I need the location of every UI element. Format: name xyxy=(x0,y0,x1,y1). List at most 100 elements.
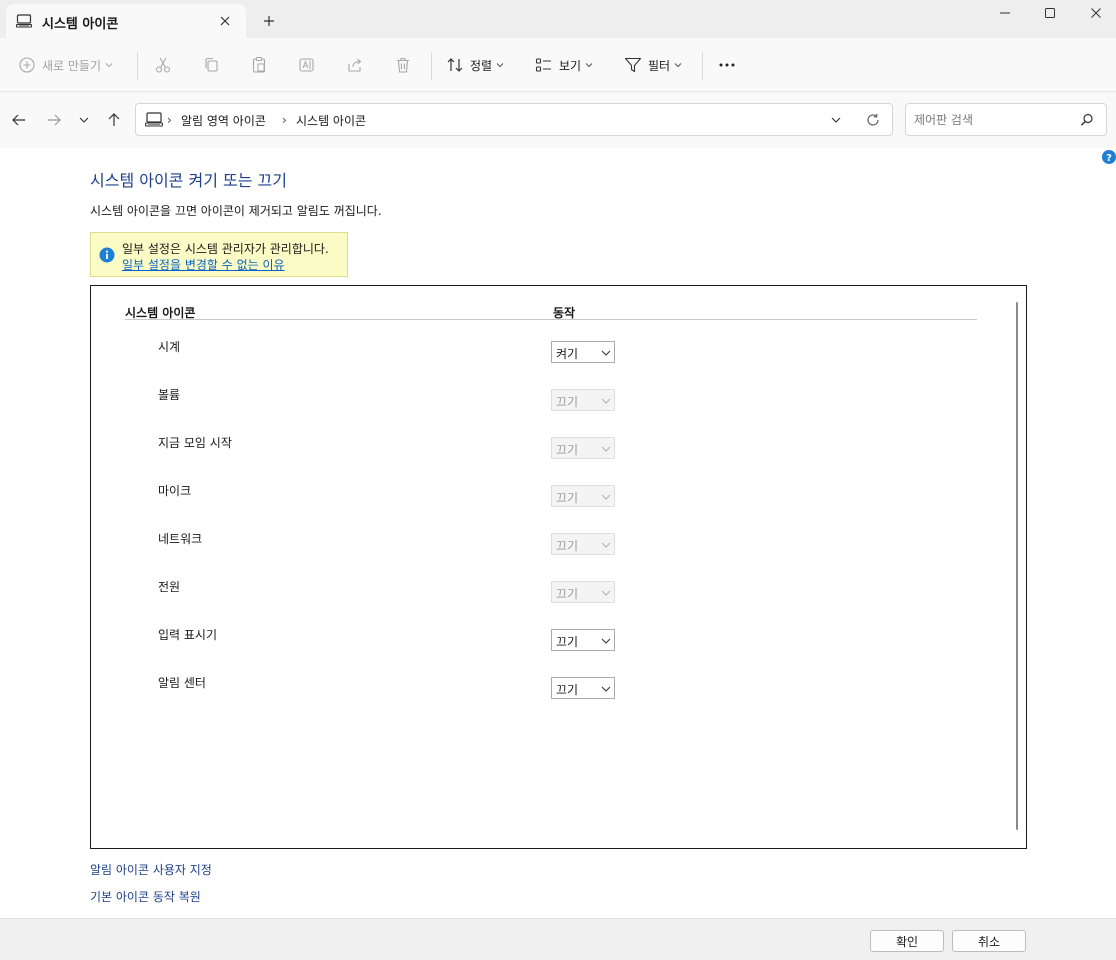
chevron-down-icon xyxy=(601,638,611,644)
chevron-down-icon xyxy=(496,62,504,68)
why-cannot-change-link[interactable]: 일부 설정을 변경할 수 없는 이유 xyxy=(122,256,285,273)
sort-icon xyxy=(446,56,464,74)
filter-button[interactable]: 필터 xyxy=(624,53,682,77)
power-behavior-select: 끄기 xyxy=(551,581,615,603)
row-label-meet-now: 지금 모임 시작 xyxy=(158,436,232,450)
select-value: 끄기 xyxy=(556,491,579,505)
customize-notification-icons-link[interactable]: 알림 아이콘 사용자 지정 xyxy=(90,861,212,878)
close-tab-icon[interactable] xyxy=(218,14,232,28)
refresh-icon[interactable] xyxy=(866,113,880,127)
title-bar: 시스템 아이콘 xyxy=(0,0,1116,38)
navigation-bar: › 알림 영역 아이콘 › 시스템 아이콘 xyxy=(0,92,1116,148)
search-icon[interactable] xyxy=(1080,113,1094,127)
paste-button[interactable] xyxy=(250,53,268,77)
cut-button[interactable] xyxy=(154,53,172,77)
view-label: 보기 xyxy=(559,58,582,73)
system-icons-table: 시스템 아이콘 동작 시계 켜기 볼륨 끄기 지금 모임 시작 끄기 마이크 끄… xyxy=(90,285,1027,849)
select-value: 켜기 xyxy=(556,347,579,361)
copy-icon xyxy=(202,56,220,74)
new-label: 새로 만들기 xyxy=(42,58,102,73)
chevron-down-icon xyxy=(601,590,611,596)
select-value: 끄기 xyxy=(556,443,579,457)
command-bar: 새로 만들기 정렬 보기 필터 xyxy=(0,38,1116,92)
row-label-microphone: 마이크 xyxy=(158,484,192,498)
computer-icon xyxy=(16,14,32,28)
row-label-power: 전원 xyxy=(158,580,181,594)
clipboard-icon xyxy=(250,56,268,74)
chevron-down-icon xyxy=(601,350,611,356)
dialog-footer: 확인 취소 xyxy=(0,918,1116,960)
row-label-volume: 볼륨 xyxy=(158,388,181,402)
vertical-scrollbar[interactable] xyxy=(1016,302,1018,830)
sort-button[interactable]: 정렬 xyxy=(446,53,504,77)
breadcrumb-system-icons[interactable]: 시스템 아이콘 xyxy=(296,112,366,129)
cancel-button[interactable]: 취소 xyxy=(952,930,1026,952)
chevron-down-icon xyxy=(601,398,611,404)
select-value: 끄기 xyxy=(556,587,579,601)
chevron-down-icon xyxy=(105,62,113,68)
chevron-down-icon xyxy=(601,446,611,452)
page-title: 시스템 아이콘 켜기 또는 끄기 xyxy=(90,171,287,190)
trash-icon xyxy=(394,56,412,74)
address-dropdown-chevron-icon[interactable] xyxy=(830,115,842,125)
help-icon[interactable]: ? xyxy=(1101,149,1116,165)
restore-default-icon-behaviors-link[interactable]: 기본 아이콘 동작 복원 xyxy=(90,888,201,905)
search-input[interactable] xyxy=(914,110,1074,130)
view-list-icon xyxy=(535,56,553,74)
chevron-down-icon xyxy=(601,686,611,692)
row-label-clock: 시계 xyxy=(158,340,181,354)
tab-system-icons[interactable]: 시스템 아이콘 xyxy=(6,4,246,38)
more-options-button[interactable] xyxy=(717,53,737,77)
sort-label: 정렬 xyxy=(470,58,493,73)
share-icon xyxy=(346,56,364,74)
chevron-down-icon xyxy=(601,494,611,500)
select-value: 끄기 xyxy=(556,539,579,553)
admin-notice: 일부 설정은 시스템 관리자가 관리합니다. 일부 설정을 변경할 수 없는 이… xyxy=(90,232,348,277)
breadcrumb-notification-area-icons[interactable]: 알림 영역 아이콘 xyxy=(181,112,266,129)
header-divider xyxy=(125,319,977,320)
filter-icon xyxy=(624,56,642,74)
breadcrumb-separator: › xyxy=(167,113,172,127)
notice-text: 일부 설정은 시스템 관리자가 관리합니다. xyxy=(122,242,329,256)
meet-now-behavior-select: 끄기 xyxy=(551,437,615,459)
divider xyxy=(431,52,432,80)
chevron-down-icon xyxy=(585,62,593,68)
clock-behavior-select[interactable]: 켜기 xyxy=(551,341,615,363)
rename-button[interactable] xyxy=(298,53,316,77)
chevron-down-icon xyxy=(601,542,611,548)
maximize-icon[interactable] xyxy=(1043,6,1057,20)
share-button[interactable] xyxy=(346,53,364,77)
search-box xyxy=(905,103,1107,136)
copy-button[interactable] xyxy=(202,53,220,77)
up-arrow-icon[interactable] xyxy=(106,112,122,128)
address-bar[interactable]: › 알림 영역 아이콘 › 시스템 아이콘 xyxy=(135,103,893,136)
divider xyxy=(702,52,703,80)
scissors-icon xyxy=(154,56,172,74)
network-behavior-select: 끄기 xyxy=(551,533,615,555)
computer-icon xyxy=(145,112,163,127)
filter-label: 필터 xyxy=(648,58,671,73)
back-arrow-icon[interactable] xyxy=(11,112,27,128)
plus-circle-icon xyxy=(18,56,36,74)
microphone-behavior-select: 끄기 xyxy=(551,485,615,507)
svg-text:?: ? xyxy=(1106,153,1112,164)
new-tab-icon[interactable] xyxy=(262,14,276,28)
new-button[interactable]: 새로 만들기 xyxy=(18,53,113,77)
info-icon xyxy=(99,247,115,263)
select-value: 끄기 xyxy=(556,395,579,409)
view-button[interactable]: 보기 xyxy=(535,53,593,77)
notification-center-behavior-select[interactable]: 끄기 xyxy=(551,677,615,699)
ok-button[interactable]: 확인 xyxy=(870,930,944,952)
select-value: 끄기 xyxy=(556,683,579,697)
minimize-icon[interactable] xyxy=(998,6,1012,20)
input-indicator-behavior-select[interactable]: 끄기 xyxy=(551,629,615,651)
volume-behavior-select: 끄기 xyxy=(551,389,615,411)
close-window-icon[interactable] xyxy=(1089,6,1103,20)
chevron-down-icon xyxy=(674,62,682,68)
row-label-input-indicator: 입력 표시기 xyxy=(158,628,218,642)
divider xyxy=(137,52,138,80)
recent-locations-chevron-icon[interactable] xyxy=(78,112,94,128)
forward-arrow-icon[interactable] xyxy=(46,112,62,128)
delete-button[interactable] xyxy=(394,53,412,77)
tab-title: 시스템 아이콘 xyxy=(42,17,119,32)
